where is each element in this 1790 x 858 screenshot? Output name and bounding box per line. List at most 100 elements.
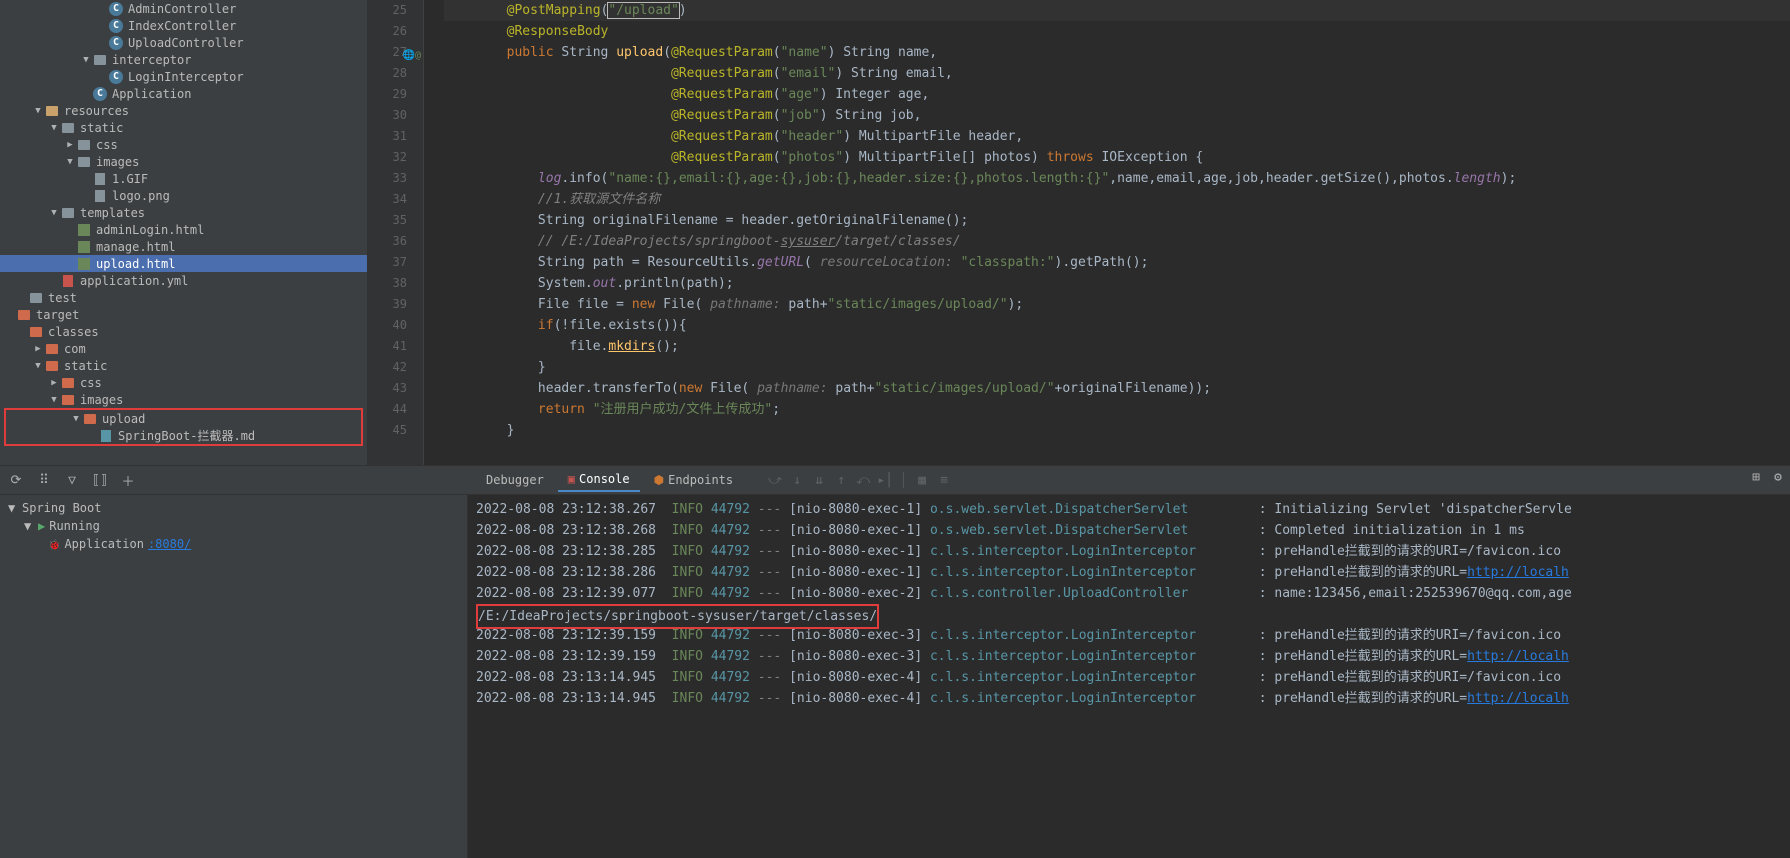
tree-item-templates[interactable]: ▼templates [0,204,367,221]
code-line[interactable]: String path = ResourceUtils.getURL( reso… [444,252,1790,273]
gutter-line[interactable]: 37 [368,252,407,273]
project-tree[interactable]: AdminControllerIndexControllerUploadCont… [0,0,368,465]
run-to-cursor-icon[interactable]: ▸│ [877,472,893,488]
gutter-line[interactable]: 32 [368,147,407,168]
tree-item-manage-html[interactable]: manage.html [0,238,367,255]
url-link[interactable]: http://localh [1467,691,1569,706]
tree-item-UploadController[interactable]: UploadController [0,34,367,51]
step-into-icon[interactable]: ↓ [789,472,805,488]
url-link[interactable]: http://localh [1467,565,1569,580]
tree-item-LoginInterceptor[interactable]: LoginInterceptor [0,68,367,85]
gutter-line[interactable]: 38 [368,273,407,294]
run-tree[interactable]: ▼Spring Boot ▼▶ Running Application :808… [0,495,468,858]
tree-item-css[interactable]: ▶css [0,136,367,153]
code-line[interactable]: @RequestParam("job") String job, [444,105,1790,126]
console-output[interactable]: 2022-08-08 23:12:38.267 INFO 44792 --- [… [468,495,1790,858]
gutter-line[interactable]: 40 [368,315,407,336]
code-line[interactable]: public String upload(@RequestParam("name… [444,42,1790,63]
tree-item-adminLogin-html[interactable]: adminLogin.html [0,221,367,238]
step-out-icon[interactable]: ↑ [833,472,849,488]
gutter-line[interactable]: 43 [368,378,407,399]
expand-arrow-icon[interactable]: ▼ [48,208,60,218]
code-line[interactable]: @RequestParam("header") MultipartFile he… [444,126,1790,147]
expand-arrow-icon[interactable]: ▶ [64,140,76,150]
gutter-line[interactable]: 28 [368,63,407,84]
tab-console[interactable]: ▣ Console [558,468,640,492]
trace-icon[interactable]: ≡ [936,472,952,488]
tree-item-resources[interactable]: ▼resources [0,102,367,119]
log-line[interactable]: 2022-08-08 23:12:38.286 INFO 44792 --- [… [476,562,1782,583]
log-line[interactable]: 2022-08-08 23:13:14.945 INFO 44792 --- [… [476,667,1782,688]
tree-item-classes[interactable]: classes [0,323,367,340]
log-line[interactable]: 2022-08-08 23:12:38.268 INFO 44792 --- [… [476,520,1782,541]
tree-item-upload-html[interactable]: upload.html [0,255,367,272]
code-line[interactable]: // /E:/IdeaProjects/springboot-sysuser/t… [444,231,1790,252]
expand-arrow-icon[interactable]: ▼ [70,414,82,424]
tree-item-SpringBoot-md[interactable]: SpringBoot-拦截器.md [6,427,361,444]
filter-icon[interactable]: ▽ [64,472,80,488]
code-line[interactable]: //1.获取源文件名称 [444,189,1790,210]
expand-arrow-icon[interactable]: ▶ [32,344,44,354]
expand-arrow-icon[interactable]: ▼ [48,123,60,133]
gutter-line[interactable]: 45 [368,420,407,441]
gear-icon[interactable]: ⚙ [1770,469,1786,485]
code-line[interactable]: String originalFilename = header.getOrig… [444,210,1790,231]
tree-item-Application[interactable]: Application [0,85,367,102]
code-area[interactable]: @PostMapping("/upload") @ResponseBody pu… [424,0,1790,465]
code-line[interactable]: } [444,420,1790,441]
tree-item-logo-png[interactable]: logo.png [0,187,367,204]
tab-debugger[interactable]: Debugger [476,469,554,491]
log-line[interactable]: 2022-08-08 23:12:39.077 INFO 44792 --- [… [476,583,1782,604]
tree-item-interceptor[interactable]: ▼interceptor [0,51,367,68]
expand-arrow-icon[interactable]: ▼ [48,395,60,405]
tree-item-com[interactable]: ▶com [0,340,367,357]
code-editor[interactable]: 252627🌐@28293031323334353637383940414243… [368,0,1790,465]
step-over-icon[interactable]: ⤻ [767,472,783,488]
tab-endpoints[interactable]: ⬢ Endpoints [644,469,744,491]
code-line[interactable]: header.transferTo(new File( pathname: pa… [444,378,1790,399]
gutter-line[interactable]: 29 [368,84,407,105]
bookmark-icon[interactable]: ⟦⟧ [92,472,108,488]
tree-item-images[interactable]: ▼images [0,391,367,408]
gutter-line[interactable]: 41 [368,336,407,357]
restart-icon[interactable]: ⟳ [8,472,24,488]
force-step-into-icon[interactable]: ⇊ [811,472,827,488]
gutter-line[interactable]: 34 [368,189,407,210]
gutter-line[interactable]: 33 [368,168,407,189]
tree-item-static[interactable]: ▼static [0,357,367,374]
run-status[interactable]: ▼▶ Running [8,517,459,535]
gutter-line[interactable]: 26 [368,21,407,42]
expand-arrow-icon[interactable]: ▼ [32,106,44,116]
code-line[interactable]: return "注册用户成功/文件上传成功"; [444,399,1790,420]
expand-arrow-icon[interactable]: ▼ [80,55,92,65]
port-link[interactable]: :8080/ [148,537,191,551]
gutter-line[interactable]: 25 [368,0,407,21]
add-icon[interactable]: ＋ [120,472,136,488]
code-line[interactable]: @RequestParam("age") Integer age, [444,84,1790,105]
run-app[interactable]: Application :8080/ [8,535,459,553]
log-line[interactable]: 2022-08-08 23:12:39.159 INFO 44792 --- [… [476,625,1782,646]
code-line[interactable]: @RequestParam("email") String email, [444,63,1790,84]
log-line[interactable]: /E:/IdeaProjects/springboot-sysuser/targ… [476,604,1782,625]
gutter-line[interactable]: 35 [368,210,407,231]
expand-arrow-icon[interactable]: ▶ [48,378,60,388]
url-link[interactable]: http://localh [1467,649,1569,664]
code-line[interactable]: System.out.println(path); [444,273,1790,294]
run-root[interactable]: ▼Spring Boot [8,499,459,517]
log-line[interactable]: 2022-08-08 23:12:38.267 INFO 44792 --- [… [476,499,1782,520]
code-line[interactable]: if(!file.exists()){ [444,315,1790,336]
tree-item-static[interactable]: ▼static [0,119,367,136]
code-line[interactable]: @RequestParam("photos") MultipartFile[] … [444,147,1790,168]
gutter-line[interactable]: 30 [368,105,407,126]
gutter-line[interactable]: 42 [368,357,407,378]
gutter-line[interactable]: 44 [368,399,407,420]
gutter-line[interactable]: 36 [368,231,407,252]
log-line[interactable]: 2022-08-08 23:12:39.159 INFO 44792 --- [… [476,646,1782,667]
expand-arrow-icon[interactable]: ▼ [64,157,76,167]
drop-frame-icon[interactable]: ⤺ [855,472,871,488]
log-line[interactable]: 2022-08-08 23:12:38.285 INFO 44792 --- [… [476,541,1782,562]
tree-item-images[interactable]: ▼images [0,153,367,170]
tree-item-AdminController[interactable]: AdminController [0,0,367,17]
code-line[interactable]: File file = new File( pathname: path+"st… [444,294,1790,315]
code-line[interactable]: file.mkdirs(); [444,336,1790,357]
